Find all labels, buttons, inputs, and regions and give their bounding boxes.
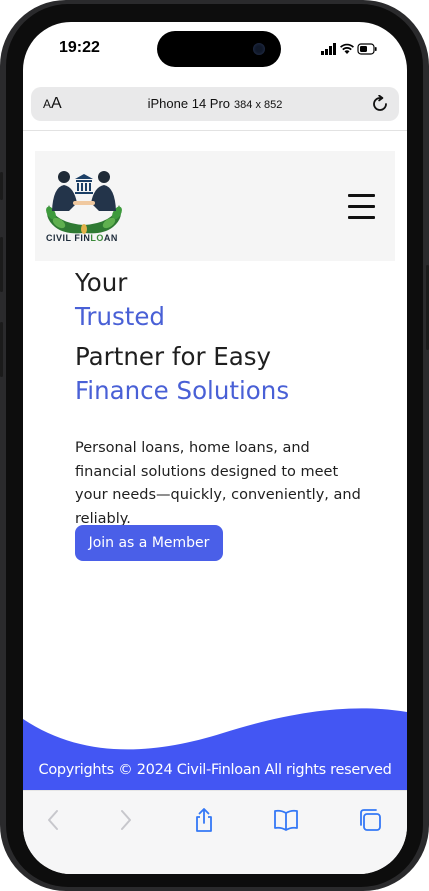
device-label: iPhone 14 Pro 384 x 852 [31, 96, 399, 111]
share-icon[interactable] [191, 807, 217, 833]
phone-screen: 19:22 AA iPhone 14 Pro 384 x 852 CIVIL F… [23, 22, 407, 874]
back-arrow-icon[interactable] [41, 807, 67, 833]
site-header: CIVIL FINLOAN [35, 151, 395, 261]
hamburger-menu-icon[interactable] [348, 194, 376, 220]
url-divider [23, 130, 407, 131]
browser-toolbar [23, 790, 407, 874]
status-time: 19:22 [59, 39, 100, 56]
join-member-button[interactable]: Join as a Member [75, 525, 223, 561]
hero-heading: Your Trusted Partner for Easy Finance So… [75, 266, 385, 408]
footer-copyright: Copyrights © 2024 Civil-Finloan All righ… [38, 762, 392, 778]
status-icons [321, 43, 377, 55]
hero-line-finance: Finance Solutions [75, 376, 290, 405]
device-name-text: iPhone 14 Pro [147, 96, 231, 111]
volume-down-button [0, 322, 3, 377]
camera-icon [253, 43, 265, 55]
hero-line-trusted: Trusted [75, 302, 165, 331]
volume-up-button [0, 237, 3, 292]
logo-wordmark: CIVIL FINLOAN [46, 233, 118, 243]
reload-icon[interactable] [371, 95, 389, 113]
signal-icon [321, 43, 336, 55]
battery-icon [357, 43, 377, 55]
dynamic-island [157, 31, 281, 67]
device-dimensions: 384 x 852 [234, 99, 283, 111]
tabs-icon[interactable] [357, 807, 383, 833]
hero-line-partner: Partner for Easy [75, 342, 272, 371]
wifi-icon [340, 43, 354, 54]
silent-switch [0, 172, 3, 200]
bookmarks-icon[interactable] [273, 807, 299, 833]
forward-arrow-icon[interactable] [112, 807, 138, 833]
hero-description: Personal loans, home loans, and financia… [75, 440, 361, 527]
hero-line-your: Your [75, 268, 128, 297]
status-bar: 19:22 [23, 22, 407, 74]
url-bar[interactable]: AA iPhone 14 Pro 384 x 852 [31, 87, 399, 121]
